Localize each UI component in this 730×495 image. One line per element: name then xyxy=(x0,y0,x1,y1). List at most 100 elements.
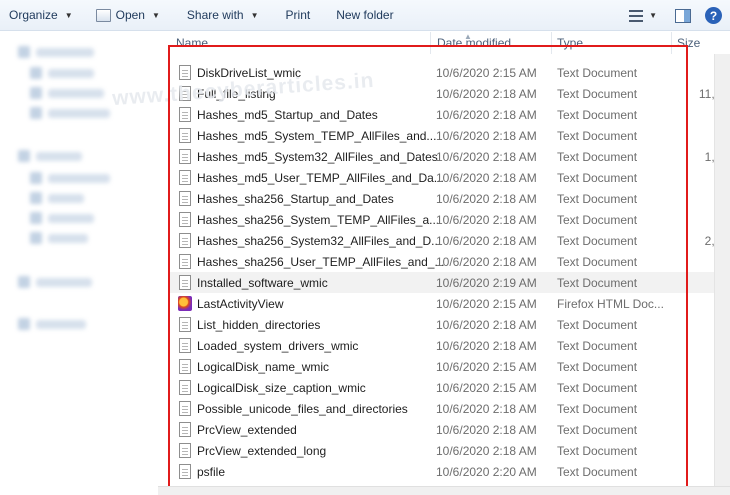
share-with-dropdown-icon: ▼ xyxy=(250,10,259,20)
file-row[interactable]: Hashes_md5_System_TEMP_AllFiles_and... 10… xyxy=(168,125,716,146)
open-dropdown-icon: ▼ xyxy=(151,10,160,20)
file-row[interactable]: DiskDriveList_wmic 10/6/2020 2:15 AM Text … xyxy=(168,62,716,83)
file-row[interactable]: LogicalDisk_name_wmic 10/6/2020 2:15 AM Te… xyxy=(168,356,716,377)
file-row[interactable]: psfile 10/6/2020 2:20 AM Text Document xyxy=(168,461,716,482)
file-row[interactable]: Hashes_sha256_User_TEMP_AllFiles_and_...… xyxy=(168,251,728,272)
help-icon[interactable]: ? xyxy=(705,7,722,24)
horizontal-scrollbar[interactable] xyxy=(158,486,730,495)
file-row[interactable]: Hashes_md5_Startup_and_Dates 10/6/2020 2:… xyxy=(168,104,728,125)
column-divider[interactable] xyxy=(551,32,552,54)
text-document-icon xyxy=(179,401,191,416)
file-type: Text Document xyxy=(557,129,638,143)
column-name-header[interactable]: Name xyxy=(176,36,208,50)
file-date-modified: 10/6/2020 2:18 AM xyxy=(436,150,537,164)
file-type: Firefox HTML Doc... xyxy=(557,297,664,311)
file-date-modified: 10/6/2020 2:19 AM xyxy=(436,276,537,290)
nav-item-blurred[interactable] xyxy=(36,152,82,161)
navigation-pane xyxy=(0,32,158,495)
file-row[interactable]: List_hidden_directories 10/6/2020 2:18 AM… xyxy=(168,314,728,335)
nav-item-blurred[interactable] xyxy=(48,69,94,78)
nav-item-blurred[interactable] xyxy=(48,89,104,98)
file-row[interactable]: Hashes_md5_System32_AllFiles_and_Dates 10… xyxy=(168,146,728,167)
organize-label: Organize xyxy=(9,8,58,22)
nav-item-blurred[interactable] xyxy=(48,194,84,203)
file-date-modified: 10/6/2020 2:18 AM xyxy=(436,339,537,353)
file-row[interactable]: Loaded_system_drivers_wmic 10/6/2020 2:18… xyxy=(168,335,728,356)
computer-icon xyxy=(18,276,30,288)
view-dropdown-icon[interactable]: ▼ xyxy=(649,11,657,20)
file-row[interactable]: Hashes_md5_User_TEMP_AllFiles_and_Da... 1… xyxy=(168,167,728,188)
file-type: Text Document xyxy=(557,402,638,416)
text-document-icon xyxy=(179,359,191,374)
text-document-icon xyxy=(179,443,191,458)
file-row[interactable]: Hashes_sha256_System_TEMP_AllFiles_a... 1… xyxy=(168,209,716,230)
column-header: ▲ Name Date modified Type Size xyxy=(168,32,730,54)
text-document-icon xyxy=(179,338,191,353)
nav-item-blurred[interactable] xyxy=(48,234,88,243)
column-type-header[interactable]: Type xyxy=(557,36,583,50)
column-divider[interactable] xyxy=(430,32,431,54)
file-type: Text Document xyxy=(557,171,638,185)
file-row[interactable]: Hashes_sha256_System32_AllFiles_and_D...… xyxy=(168,230,728,251)
nav-item-blurred[interactable] xyxy=(36,320,86,329)
nav-item-blurred[interactable] xyxy=(48,214,94,223)
file-date-modified: 10/6/2020 2:18 AM xyxy=(436,213,537,227)
file-date-modified: 10/6/2020 2:18 AM xyxy=(436,255,537,269)
file-row[interactable]: PrcView_extended_long 10/6/2020 2:18 AM Te… xyxy=(168,440,716,461)
file-name: Full_file_listing xyxy=(197,87,276,101)
print-button[interactable]: Print xyxy=(268,0,320,31)
change-view-icon[interactable] xyxy=(629,9,644,22)
file-type: Text Document xyxy=(557,255,638,269)
nav-item-blurred[interactable] xyxy=(48,174,110,183)
nav-item-blurred[interactable] xyxy=(48,109,110,118)
file-name: Hashes_sha256_System32_AllFiles_and_D... xyxy=(197,234,442,248)
file-type: Text Document xyxy=(557,381,638,395)
file-name: Hashes_sha256_User_TEMP_AllFiles_and_... xyxy=(197,255,445,269)
text-document-icon xyxy=(179,380,191,395)
open-button[interactable]: Open ▼ xyxy=(82,0,169,31)
file-name: LogicalDisk_name_wmic xyxy=(197,360,330,374)
file-type: Text Document xyxy=(557,66,638,80)
file-name: Hashes_md5_User_TEMP_AllFiles_and_Da... xyxy=(197,171,444,185)
file-name: Possible_unicode_files_and_directories xyxy=(197,402,408,416)
file-name: psfile xyxy=(197,465,226,479)
recent-places-icon xyxy=(30,107,42,119)
libraries-icon xyxy=(18,150,30,162)
file-row[interactable]: Full_file_listing 10/6/2020 2:18 AM Text D… xyxy=(168,83,728,104)
text-document-icon xyxy=(179,65,191,80)
file-row[interactable]: Hashes_sha256_Startup_and_Dates 10/6/2020… xyxy=(168,188,728,209)
file-row[interactable]: LogicalDisk_size_caption_wmic 10/6/2020 2… xyxy=(168,377,716,398)
share-with-button[interactable]: Share with ▼ xyxy=(169,0,268,31)
share-with-label: Share with xyxy=(186,8,244,22)
new-folder-button[interactable]: New folder xyxy=(319,0,402,31)
vertical-scrollbar[interactable] xyxy=(714,54,730,486)
file-name: PrcView_extended_long xyxy=(197,444,327,458)
file-name: Hashes_md5_System32_AllFiles_and_Dates xyxy=(197,150,438,164)
file-row[interactable]: LastActivityView 10/6/2020 2:15 AM Firefox… xyxy=(168,293,728,314)
file-date-modified: 10/6/2020 2:18 AM xyxy=(436,129,537,143)
music-icon xyxy=(30,192,42,204)
text-document-icon xyxy=(179,317,191,332)
file-row[interactable]: Possible_unicode_files_and_directories 10… xyxy=(168,398,716,419)
downloads-icon xyxy=(30,87,42,99)
file-type: Text Document xyxy=(557,423,638,437)
column-date-modified-header[interactable]: Date modified xyxy=(437,36,511,50)
nav-item-blurred[interactable] xyxy=(36,48,94,57)
open-icon xyxy=(95,8,111,22)
text-document-icon xyxy=(179,212,191,227)
file-row[interactable]: Installed_software_wmic 10/6/2020 2:19 AM… xyxy=(168,272,716,293)
file-row[interactable]: PrcView_extended 10/6/2020 2:18 AM Text Do… xyxy=(168,419,716,440)
file-type: Text Document xyxy=(557,87,638,101)
file-type: Text Document xyxy=(557,318,638,332)
file-name: DiskDriveList_wmic xyxy=(197,66,302,80)
file-name: Installed_software_wmic xyxy=(197,276,328,290)
file-date-modified: 10/6/2020 2:18 AM xyxy=(436,423,537,437)
organize-button[interactable]: Organize ▼ xyxy=(0,0,82,31)
column-size-header[interactable]: Size xyxy=(677,36,700,50)
file-name: List_hidden_directories xyxy=(197,318,321,332)
preview-pane-icon[interactable] xyxy=(675,8,691,23)
file-date-modified: 10/6/2020 2:20 AM xyxy=(436,465,537,479)
column-divider[interactable] xyxy=(671,32,672,54)
text-document-icon xyxy=(179,149,191,164)
nav-item-blurred[interactable] xyxy=(36,278,92,287)
